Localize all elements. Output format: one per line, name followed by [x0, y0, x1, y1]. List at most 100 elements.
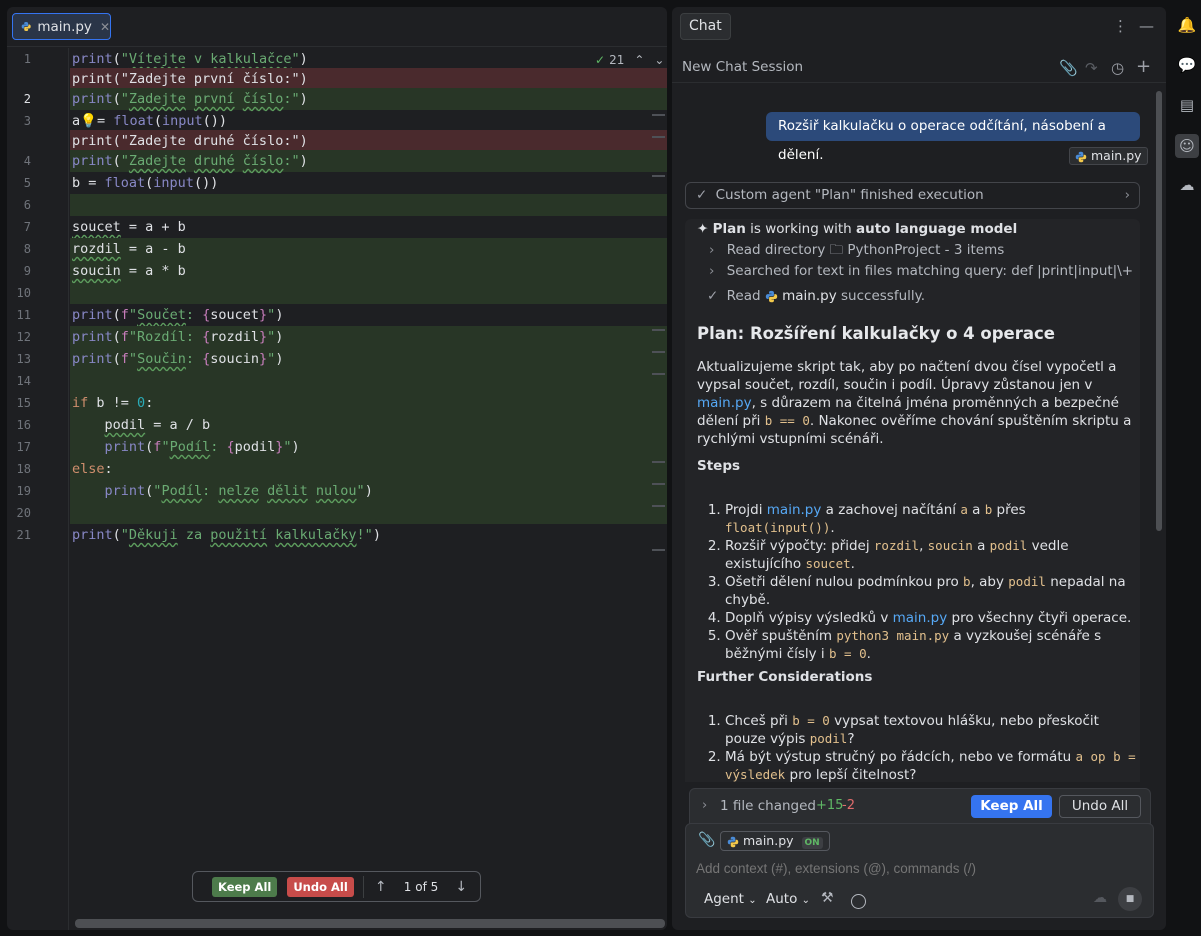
mode-dropdown[interactable]: Agent ⌄: [704, 891, 757, 907]
change-marker[interactable]: [652, 461, 665, 463]
change-marker[interactable]: [652, 351, 665, 353]
change-marker[interactable]: [652, 505, 665, 507]
step-item: Doplň výpisy výsledků v main.py pro všec…: [725, 609, 1137, 627]
chat-tab[interactable]: Chat: [680, 13, 731, 40]
keep-all-button[interactable]: Keep All: [212, 876, 278, 897]
ai-chat-icon[interactable]: 💬: [1177, 56, 1197, 76]
chat-scrollbar[interactable]: [1156, 91, 1162, 531]
tools-icon[interactable]: ⚒: [821, 890, 834, 906]
context-chip[interactable]: main.py ON: [720, 831, 830, 851]
checkmark-icon: ✓: [696, 187, 708, 203]
file-link[interactable]: main.py: [893, 610, 948, 626]
undo-all-button[interactable]: Undo All: [287, 876, 354, 897]
change-marker[interactable]: [652, 114, 665, 116]
line-number: 8: [23, 242, 31, 256]
context-toggle[interactable]: ON: [801, 837, 823, 849]
inline-code: b == 0: [764, 413, 810, 428]
keep-all-button[interactable]: Keep All: [971, 795, 1052, 818]
model-dropdown[interactable]: Auto ⌄: [766, 891, 810, 907]
history-icon[interactable]: ◷: [1111, 59, 1124, 77]
tool-read-directory[interactable]: › Read directory 🗀 PythonProject - 3 ite…: [709, 240, 1004, 263]
text-document-icon[interactable]: ▤: [1177, 96, 1197, 116]
code-block-added[interactable]: print(f"Rozdíl: {rozdil}") print(f"Souči…: [70, 326, 667, 524]
change-marker[interactable]: [652, 373, 665, 375]
chevron-down-icon: ⌄: [801, 895, 811, 906]
tool-window-rail: 🔔 💬 ▤ ☺ ☁: [1172, 0, 1201, 936]
line-number: 19: [16, 484, 31, 498]
code-line-removed: print("Zadejte druhé číslo:"): [70, 130, 667, 152]
change-marker[interactable]: [652, 175, 665, 177]
tool-search[interactable]: › Searched for text in files matching qu…: [709, 263, 1133, 279]
horizontal-scrollbar[interactable]: [75, 919, 665, 928]
code-block-added[interactable]: rozdil = a - b soucin = a * b: [70, 238, 667, 304]
chat-header: Chat ⋮ —: [672, 7, 1166, 47]
chevron-right-icon[interactable]: ›: [702, 798, 707, 813]
code-line[interactable]: b = float(input()): [70, 172, 667, 194]
further-item: Má být výstup stručný po řádcích, nebo v…: [725, 748, 1137, 782]
more-options-icon[interactable]: ⋮: [1113, 17, 1128, 35]
line-number: 6: [23, 198, 31, 212]
line-number: 2: [23, 92, 31, 106]
notifications-icon[interactable]: 🔔: [1177, 16, 1197, 36]
code-line[interactable]: print("Vítejte v kalkulačce"): [70, 48, 667, 70]
plan-intro: Aktualizujeme skript tak, aby po načtení…: [697, 358, 1137, 448]
new-session-icon[interactable]: +: [1136, 56, 1151, 77]
undo-all-button[interactable]: Undo All: [1059, 795, 1141, 818]
agent-name: Plan: [712, 221, 746, 237]
change-position: 1 of 5: [403, 879, 439, 894]
redo-icon: ↷: [1085, 59, 1098, 77]
checkmark-icon: ✓: [707, 288, 719, 304]
step-item: Ošetři dělení nulou podmínkou pro b, aby…: [725, 573, 1137, 609]
divider: [362, 875, 364, 898]
editor-tab-bar: main.py ✕: [7, 7, 667, 47]
plan-response: ✦ Plan is working with auto language mod…: [685, 219, 1140, 782]
chat-input[interactable]: [696, 858, 1136, 878]
code-line[interactable]: a💡= float(input()): [70, 110, 667, 132]
change-marker[interactable]: [652, 136, 665, 138]
editor-tab-main-py[interactable]: main.py ✕: [12, 13, 111, 40]
line-number: 12: [16, 330, 31, 344]
tool-target: main.py: [782, 288, 837, 304]
code-line[interactable]: soucet = a + b: [70, 216, 667, 238]
model-name: auto language model: [856, 221, 1018, 237]
changes-bar: › 1 file changed +15 -2 Keep All Undo Al…: [689, 788, 1151, 824]
stop-icon[interactable]: ■: [1118, 887, 1142, 911]
code-line-added[interactable]: print("Zadejte druhé číslo:"): [70, 150, 667, 172]
line-number: 1: [23, 52, 31, 66]
tool-label: Read directory: [726, 242, 826, 258]
tool-read-file[interactable]: ✓ Read main.py successfully.: [707, 288, 925, 304]
file-link[interactable]: main.py: [697, 395, 752, 411]
code-line[interactable]: print(f"Součet: {soucet}"): [70, 304, 667, 326]
line-number: 21: [16, 528, 31, 542]
intro-text: Aktualizujeme skript tak, aby po načtení…: [697, 359, 1117, 393]
folder-icon: 🗀: [829, 242, 844, 258]
minimize-icon[interactable]: —: [1139, 17, 1154, 35]
diff-review-toolbar: Keep All Undo All ↑ 1 of 5 ↓: [192, 871, 481, 902]
change-marker[interactable]: [652, 329, 665, 331]
line-number: 5: [23, 176, 31, 190]
cloud-sync-icon[interactable]: ☁: [1177, 176, 1197, 196]
attach-icon[interactable]: 📎: [1059, 59, 1078, 77]
arrow-down-icon[interactable]: ↓: [448, 879, 474, 895]
lightbulb-icon[interactable]: 💡: [80, 113, 97, 129]
change-marker[interactable]: [652, 549, 665, 551]
steps-heading: Steps: [697, 458, 741, 474]
line-number: 13: [16, 352, 31, 366]
change-marker[interactable]: [652, 483, 665, 485]
arrow-up-icon[interactable]: ↑: [368, 879, 394, 895]
file-link[interactable]: main.py: [767, 502, 822, 518]
line-number: 11: [16, 308, 31, 322]
copilot-icon[interactable]: ☺: [1175, 134, 1199, 158]
code-line[interactable]: print("Děkuji za použití kalkulačky!"): [70, 524, 667, 546]
attachment-chip[interactable]: main.py: [1069, 147, 1148, 165]
attach-icon[interactable]: 📎: [698, 832, 715, 848]
code-line-added[interactable]: print("Zadejte první číslo:"): [70, 88, 667, 110]
context-usage-icon[interactable]: [851, 894, 866, 909]
code-line-added[interactable]: [70, 194, 667, 216]
chevron-right-icon: ›: [1124, 187, 1130, 203]
close-tab-icon[interactable]: ✕: [100, 20, 110, 34]
agent-status-row[interactable]: ✓ Custom agent "Plan" finished execution…: [685, 182, 1140, 209]
files-changed-summary[interactable]: 1 file changed: [720, 798, 816, 814]
line-number: 16: [16, 418, 31, 432]
session-bar: New Chat Session 📎 ↷ ◷ +: [672, 53, 1166, 83]
